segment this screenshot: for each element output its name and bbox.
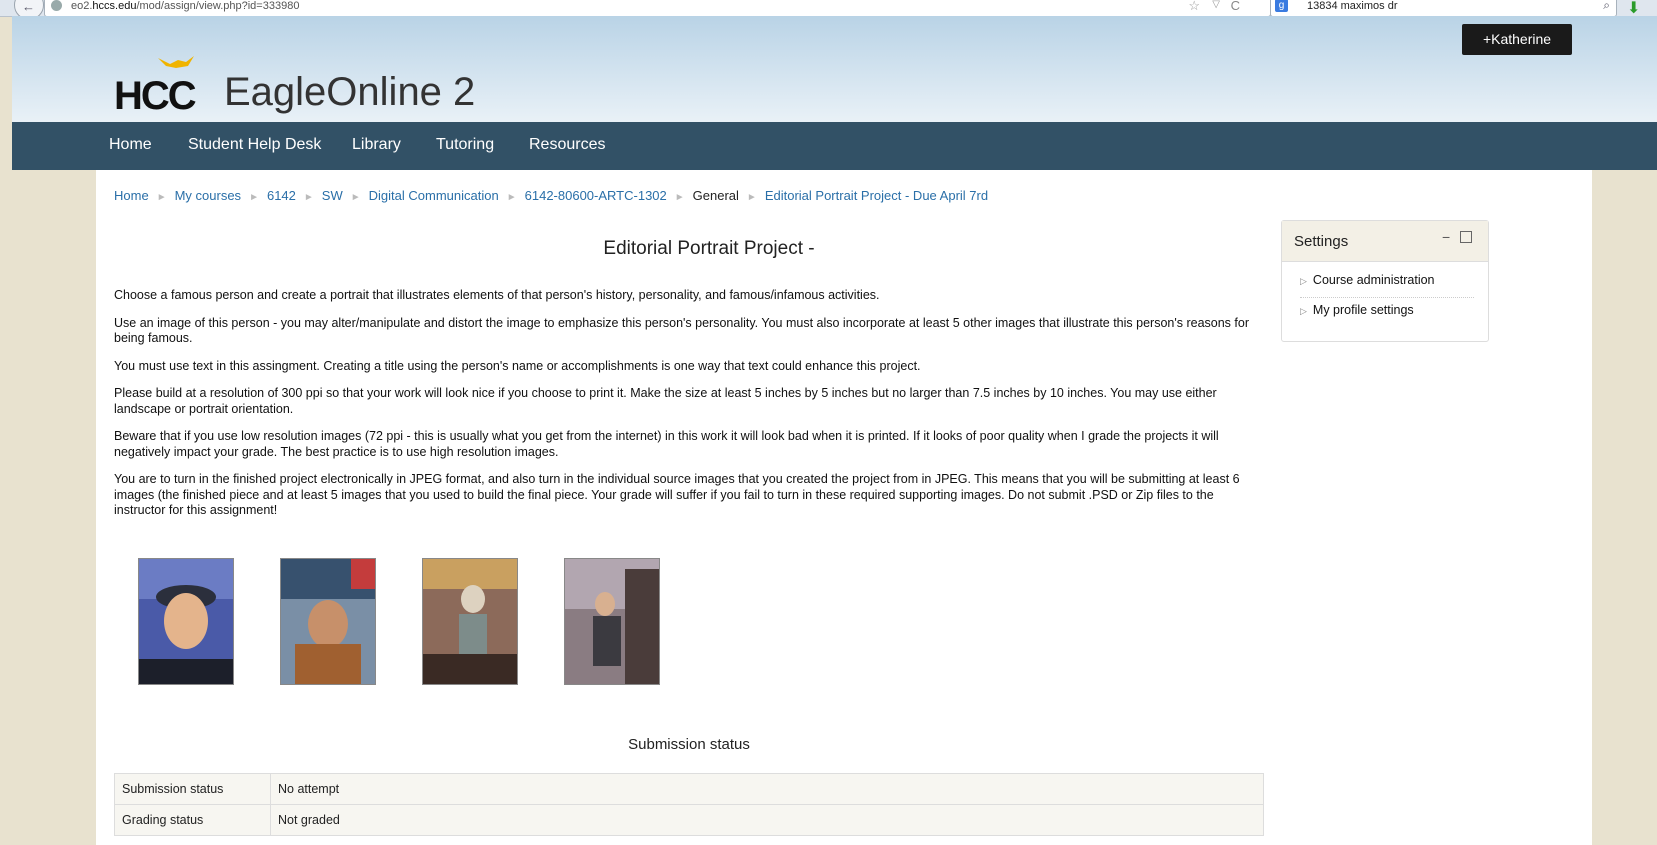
breadcrumb-my-courses[interactable]: My courses <box>175 188 241 203</box>
site-header: HCC EagleOnline 2 +Katherine <box>12 16 1657 122</box>
submission-status-heading: Submission status <box>628 736 750 753</box>
url-text: eo2.hccs.edu/mod/assign/view.php?id=3339… <box>71 0 299 12</box>
breadcrumb-sw[interactable]: SW <box>322 188 343 203</box>
breadcrumb: Home ► My courses ► 6142 ► SW ► Digital Communic… <box>114 188 988 203</box>
description-paragraph: You are to turn in the finished project … <box>114 472 1240 517</box>
nav-home[interactable]: Home <box>109 136 152 154</box>
logo-hcc-text: HCC <box>114 74 197 118</box>
settings-item-label: Course administration <box>1312 273 1435 287</box>
nav-student-help-desk[interactable]: Student Help Desk <box>188 136 321 154</box>
breadcrumb-separator: ► <box>156 192 167 203</box>
table-cell-label: Grading status <box>114 804 271 836</box>
expand-triangle-icon: ▷ <box>1300 276 1307 286</box>
globe-icon <box>51 0 62 11</box>
divider <box>1300 297 1474 298</box>
example-image[interactable] <box>564 558 660 685</box>
description-paragraph: Please build at a resolution of 300 ppi … <box>114 386 1217 416</box>
settings-title: Settings <box>1294 233 1349 250</box>
bookmark-star-icon[interactable]: ☆ <box>1188 0 1200 14</box>
breadcrumb-separator: ► <box>506 192 517 203</box>
breadcrumb-general: General <box>692 188 739 203</box>
breadcrumb-separator: ► <box>746 192 757 203</box>
description-paragraph: Use an image of this person - you may al… <box>114 315 1249 346</box>
user-menu-plus: + <box>1482 31 1492 47</box>
main-content: Home ► My courses ► 6142 ► SW ► Digital Communic… <box>96 170 1592 845</box>
dock-icon[interactable] <box>1460 231 1472 243</box>
search-bar[interactable]: g 13834 maximos dr ⌕ <box>1270 0 1617 17</box>
description-paragraph: You must use text in this assingment. Cr… <box>114 358 921 373</box>
user-menu-button[interactable]: +Katherine <box>1462 24 1572 55</box>
url-prefix: eo2. <box>71 0 93 12</box>
submission-table: Submission status No attempt Grading sta… <box>114 773 1264 836</box>
url-path: /mod/assign/view.php?id=333980 <box>136 0 300 12</box>
breadcrumb-separator: ► <box>674 192 685 203</box>
table-cell-value: Not graded <box>270 804 1264 836</box>
breadcrumb-separator: ► <box>350 192 361 203</box>
nav-resources[interactable]: Resources <box>529 136 605 154</box>
table-row: Submission status No attempt <box>114 773 1264 805</box>
nav-tutoring[interactable]: Tutoring <box>436 136 494 154</box>
settings-item-my-profile-settings[interactable]: ▷ My profile settings <box>1300 303 1414 317</box>
address-bar[interactable]: eo2.hccs.edu/mod/assign/view.php?id=3339… <box>44 0 1271 17</box>
breadcrumb-assignment[interactable]: Editorial Portrait Project - Due April 7… <box>765 188 988 203</box>
breadcrumb-home[interactable]: Home <box>114 188 149 203</box>
assignment-description: Choose a famous person and create a port… <box>114 288 1264 519</box>
table-cell-value: No attempt <box>270 773 1264 805</box>
page: HCC EagleOnline 2 +Katherine Home Studen… <box>12 16 1657 845</box>
assignment-region: Editorial Portrait Project - Choose a fa… <box>114 220 1264 836</box>
description-paragraph: Choose a famous person and create a port… <box>114 288 880 302</box>
main-nav: Home Student Help Desk Library Tutoring … <box>12 122 1657 170</box>
example-image[interactable] <box>138 558 234 685</box>
url-domain: hccs.edu <box>92 0 137 12</box>
search-icon[interactable]: ⌕ <box>1603 0 1610 13</box>
back-arrow-icon: ← <box>22 0 35 14</box>
history-dropdown-icon[interactable]: ▽ <box>1212 0 1220 10</box>
settings-block: Settings − ▷ Course administration ▷ My pr… <box>1281 220 1489 342</box>
table-cell-label: Submission status <box>114 773 271 805</box>
example-image[interactable] <box>422 558 518 685</box>
settings-header: Settings − <box>1282 221 1488 262</box>
expand-triangle-icon: ▷ <box>1300 306 1307 316</box>
settings-item-course-administration[interactable]: ▷ Course administration <box>1300 273 1435 287</box>
user-name: Katherine <box>1491 31 1552 47</box>
search-input[interactable]: 13834 maximos dr <box>1307 0 1398 12</box>
browser-toolbar: ← eo2.hccs.edu/mod/assign/view.php?id=33… <box>0 0 1657 20</box>
logo-name-text: EagleOnline 2 <box>224 70 476 114</box>
google-icon[interactable]: g <box>1275 0 1288 12</box>
settings-item-label: My profile settings <box>1312 303 1414 317</box>
breadcrumb-separator: ► <box>303 192 314 203</box>
table-row: Grading status Not graded <box>114 804 1264 836</box>
page-title: Editorial Portrait Project - <box>603 238 815 259</box>
nav-library[interactable]: Library <box>352 136 401 154</box>
breadcrumb-6142[interactable]: 6142 <box>267 188 296 203</box>
reload-icon[interactable]: C <box>1231 0 1240 13</box>
breadcrumb-digital-communication[interactable]: Digital Communication <box>369 188 499 203</box>
description-paragraph: Beware that if you use low resolution im… <box>114 429 1219 459</box>
eagle-logo-icon <box>158 56 194 68</box>
breadcrumb-course-section[interactable]: 6142-80600-ARTC-1302 <box>525 188 667 203</box>
example-image[interactable] <box>280 558 376 685</box>
minimize-icon[interactable]: − <box>1442 229 1450 245</box>
breadcrumb-separator: ► <box>249 192 259 203</box>
